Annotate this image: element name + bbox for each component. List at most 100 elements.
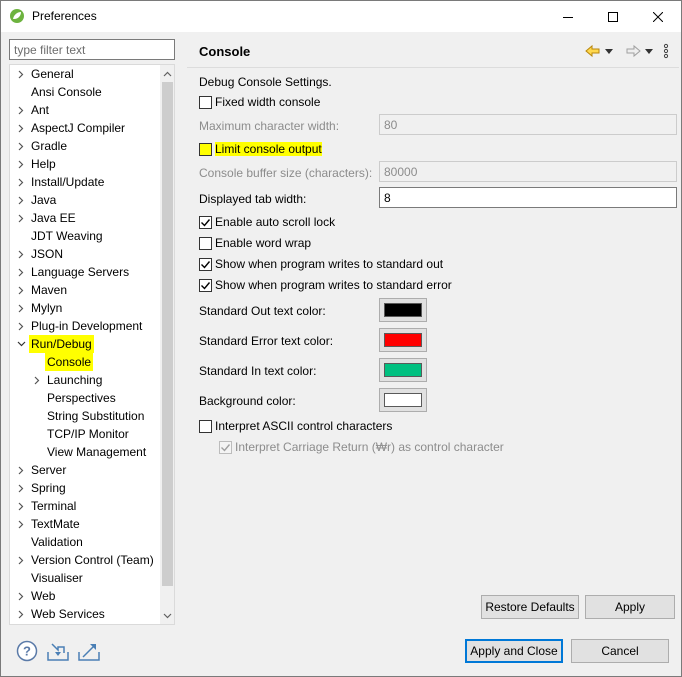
tree-item[interactable]: Java [10,191,160,209]
checkbox-box[interactable] [199,278,212,292]
tree-item[interactable]: Web [10,587,160,605]
chevron-right-icon[interactable] [16,551,26,569]
chevron-right-icon[interactable] [16,515,26,533]
apply-button[interactable]: Apply [585,595,675,619]
filter-input[interactable] [9,39,175,60]
checkbox-box[interactable] [199,215,212,229]
tree-item[interactable]: Spring [10,479,160,497]
tree-item[interactable]: Ant [10,101,160,119]
checkbox-box[interactable] [199,419,212,433]
chevron-right-icon[interactable] [16,281,26,299]
show-out-checkbox[interactable]: Show when program writes to standard out [199,255,443,273]
chevron-right-icon[interactable] [16,587,26,605]
out-color-button[interactable] [379,298,427,322]
spring-leaf-icon [9,8,25,24]
minimize-button[interactable] [545,1,590,32]
checkbox-box[interactable] [199,236,212,250]
scroll-up-button[interactable] [160,65,174,82]
show-err-checkbox[interactable]: Show when program writes to standard err… [199,276,452,294]
chevron-right-icon[interactable] [16,605,26,623]
tree-item[interactable]: Server [10,461,160,479]
chevron-right-icon[interactable] [16,173,26,191]
scroll-thumb[interactable] [162,82,173,586]
tree-item[interactable]: View Management [10,443,160,461]
err-color-button[interactable] [379,328,427,352]
chevron-right-icon[interactable] [16,101,26,119]
tree-scrollbar[interactable] [160,65,174,624]
chevron-right-icon[interactable] [16,497,26,515]
tree-item[interactable]: Perspectives [10,389,160,407]
tree-item[interactable]: Install/Update [10,173,160,191]
tree-item[interactable]: Terminal [10,497,160,515]
tree-item[interactable]: General [10,65,160,83]
cancel-button[interactable]: Cancel [571,639,669,663]
chevron-right-icon[interactable] [16,317,26,335]
tree-item[interactable]: Mylyn [10,299,160,317]
in-color-button[interactable] [379,358,427,382]
chevron-right-icon[interactable] [16,209,26,227]
tree-item-label: Ansi Console [31,85,102,99]
chevron-down-icon[interactable] [16,335,26,353]
carriage-return-checkbox[interactable]: Interpret Carriage Return (₩r) as contro… [219,438,504,456]
forward-dropdown-icon[interactable] [645,42,653,60]
chevron-right-icon[interactable] [16,191,26,209]
tree-item[interactable]: Version Control (Team) [10,551,160,569]
tree-item[interactable]: TextMate [10,515,160,533]
chevron-right-icon[interactable] [16,137,26,155]
tab-width-field[interactable] [379,187,677,208]
chevron-right-icon[interactable] [16,119,26,137]
chevron-right-icon[interactable] [16,461,26,479]
checkbox-box[interactable] [219,440,232,454]
export-icon[interactable] [77,639,101,663]
chevron-right-icon[interactable] [16,65,26,83]
tree-item[interactable]: JSON [10,245,160,263]
tree-item[interactable]: TCP/IP Monitor [10,425,160,443]
max-char-width-field[interactable] [379,114,677,135]
ascii-checkbox[interactable]: Interpret ASCII control characters [199,417,392,435]
tree-item-label: Maven [31,283,68,297]
tree-item[interactable]: Console [10,353,160,371]
tree-item[interactable]: Help [10,155,160,173]
back-arrow-icon[interactable] [585,42,601,60]
checkbox-box[interactable] [199,95,212,109]
import-icon[interactable] [46,639,70,663]
restore-defaults-button[interactable]: Restore Defaults [481,595,579,619]
tree-item[interactable]: Run/Debug [10,335,160,353]
view-menu-icon[interactable] [663,42,669,60]
help-icon[interactable]: ? [15,639,39,663]
tree-item[interactable]: Language Servers [10,263,160,281]
forward-arrow-icon[interactable] [625,42,641,60]
word-wrap-checkbox[interactable]: Enable word wrap [199,234,311,252]
buffer-size-field[interactable] [379,161,677,182]
tree-item[interactable]: Visualiser [10,569,160,587]
tree-item[interactable]: Maven [10,281,160,299]
chevron-right-icon[interactable] [32,371,42,389]
tree-item[interactable]: Java EE [10,209,160,227]
fixed-width-checkbox[interactable]: Fixed width console [199,93,320,111]
chevron-right-icon[interactable] [16,263,26,281]
close-button[interactable] [635,1,680,32]
chevron-right-icon[interactable] [16,155,26,173]
tree-item[interactable]: Web Services [10,605,160,623]
maximize-button[interactable] [590,1,635,32]
scroll-down-button[interactable] [160,607,174,624]
tree-item[interactable]: AspectJ Compiler [10,119,160,137]
limit-output-checkbox[interactable]: Limit console output [199,140,322,158]
apply-and-close-button[interactable]: Apply and Close [465,639,563,663]
tree-item[interactable]: Gradle [10,137,160,155]
tree-item[interactable]: Validation [10,533,160,551]
tree-item[interactable]: Plug-in Development [10,317,160,335]
bg-color-button[interactable] [379,388,427,412]
back-dropdown-icon[interactable] [605,42,613,60]
auto-scroll-checkbox[interactable]: Enable auto scroll lock [199,213,335,231]
checkbox-box[interactable] [199,142,212,156]
tree-item[interactable]: Ansi Console [10,83,160,101]
chevron-right-icon[interactable] [16,245,26,263]
tree-item-label: Spring [31,481,66,495]
chevron-right-icon[interactable] [16,479,26,497]
checkbox-box[interactable] [199,257,212,271]
tree-item[interactable]: Launching [10,371,160,389]
chevron-right-icon[interactable] [16,299,26,317]
tree-item[interactable]: String Substitution [10,407,160,425]
tree-item[interactable]: JDT Weaving [10,227,160,245]
